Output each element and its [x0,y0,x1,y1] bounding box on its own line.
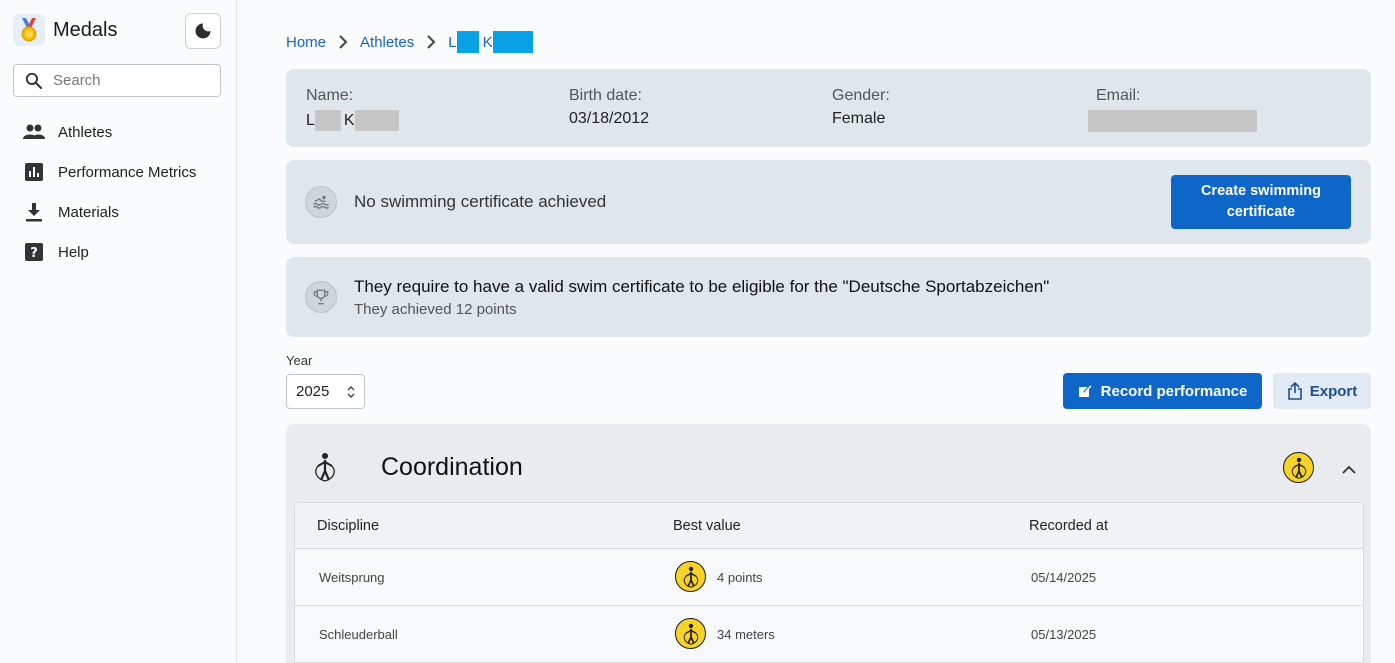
redaction-mask [1088,110,1257,132]
recorded-at-cell: 05/14/2025 [1031,570,1097,585]
gender-value: Female [832,110,886,127]
moon-icon [195,23,211,39]
coordination-section: Coordination Discipline Best value Recor… [286,424,1371,663]
email-label: Email: [1096,87,1141,104]
redaction-mask [456,31,479,53]
search-icon [25,72,43,90]
medal-logo-icon [13,14,45,46]
certificate-status-text: No swimming certificate achieved [354,192,607,211]
breadcrumb: Home Athletes L K [286,31,533,53]
download-icon [23,201,45,223]
breadcrumb-current: L K [448,31,533,53]
record-performance-button[interactable]: Record performance [1063,373,1262,409]
record-performance-label: Record performance [1100,382,1248,400]
medal-icon [675,561,706,592]
best-value-cell: 34 meters [717,627,775,642]
column-header-discipline: Discipline [317,518,380,534]
email-field: Email: [1088,87,1257,132]
brand[interactable]: Medals [13,14,117,46]
section-title: Coordination [381,453,523,481]
swimming-icon [305,186,337,218]
name-initial-first: L [306,111,315,129]
column-header-best-value: Best value [673,518,741,534]
help-icon: ? [23,241,45,263]
breadcrumb-initial-last: K [482,33,493,51]
chevron-right-icon [426,35,436,49]
breadcrumb-home[interactable]: Home [286,34,326,51]
name-label: Name: [306,87,354,104]
table-row[interactable]: Weitsprung 4 points 05/14/2025 [295,549,1363,606]
medal-icon [1283,452,1314,483]
app-name: Medals [53,18,118,41]
medal-icon [675,618,706,649]
swim-certificate-card: No swimming certificate achieved Create … [286,160,1371,244]
sidebar-item-label: Athletes [58,123,113,141]
dark-mode-toggle[interactable] [185,13,221,49]
sidebar-item-performance-metrics[interactable]: Performance Metrics [0,152,236,192]
year-label: Year [286,353,313,368]
chevron-up-icon [1342,465,1356,474]
jump-rope-icon [313,452,337,487]
gender-field: Gender: Female [832,87,890,128]
search-box[interactable] [13,64,221,97]
best-value-cell: 4 points [717,570,763,585]
gender-label: Gender: [832,87,890,104]
sidebar: Medals Athletes [0,0,237,663]
birth-date-label: Birth date: [569,87,642,104]
column-header-recorded-at: Recorded at [1029,518,1108,534]
edit-icon [1078,385,1092,397]
redaction-mask [314,110,341,131]
bar-chart-icon [23,161,45,183]
sidebar-item-label: Materials [58,203,119,221]
eligibility-points: They achieved 12 points [354,301,517,318]
eligibility-title: They require to have a valid swim certif… [354,277,1050,296]
year-value: 2025 [296,383,330,400]
name-value: L K [306,110,399,131]
sidebar-item-label: Help [58,243,89,261]
year-select[interactable]: 2025 [286,374,365,409]
export-button[interactable]: Export [1273,373,1371,409]
sidebar-item-label: Performance Metrics [58,163,197,181]
share-icon [1287,382,1302,400]
table-header: Discipline Best value Recorded at [295,503,1363,549]
eligibility-card: They require to have a valid swim certif… [286,257,1371,337]
collapse-button[interactable] [1338,458,1360,480]
table-row[interactable]: Schleuderball 34 meters 05/13/2025 [295,606,1363,663]
breadcrumb-athletes[interactable]: Athletes [360,34,414,51]
search-input[interactable] [53,72,203,89]
sidebar-nav: Athletes Performance Metrics Materials ?… [0,112,236,272]
redaction-mask [492,31,533,53]
email-value [1088,110,1257,132]
chevron-right-icon [338,35,348,49]
discipline-cell: Weitsprung [319,570,385,585]
athlete-info-card: Name: L K Birth date: 03/18/2012 Gender:… [286,69,1371,147]
performance-table: Discipline Best value Recorded at Weitsp… [294,502,1364,663]
discipline-cell: Schleuderball [319,627,398,642]
name-field: Name: L K [306,87,399,131]
recorded-at-cell: 05/13/2025 [1031,627,1097,642]
select-arrows-icon [347,385,355,398]
svg-text:?: ? [30,246,38,261]
sidebar-item-help[interactable]: ? Help [0,232,236,272]
people-icon [23,121,45,143]
sidebar-item-materials[interactable]: Materials [0,192,236,232]
export-label: Export [1309,382,1358,400]
breadcrumb-initial-first: L [448,33,457,51]
redaction-mask [354,110,399,131]
create-swimming-certificate-button[interactable]: Create swimming certificate [1171,175,1351,229]
name-initial-last: K [343,111,355,129]
birth-date-field: Birth date: 03/18/2012 [569,87,649,128]
sidebar-item-athletes[interactable]: Athletes [0,112,236,152]
birth-date-value: 03/18/2012 [569,110,650,127]
trophy-icon [305,281,337,313]
